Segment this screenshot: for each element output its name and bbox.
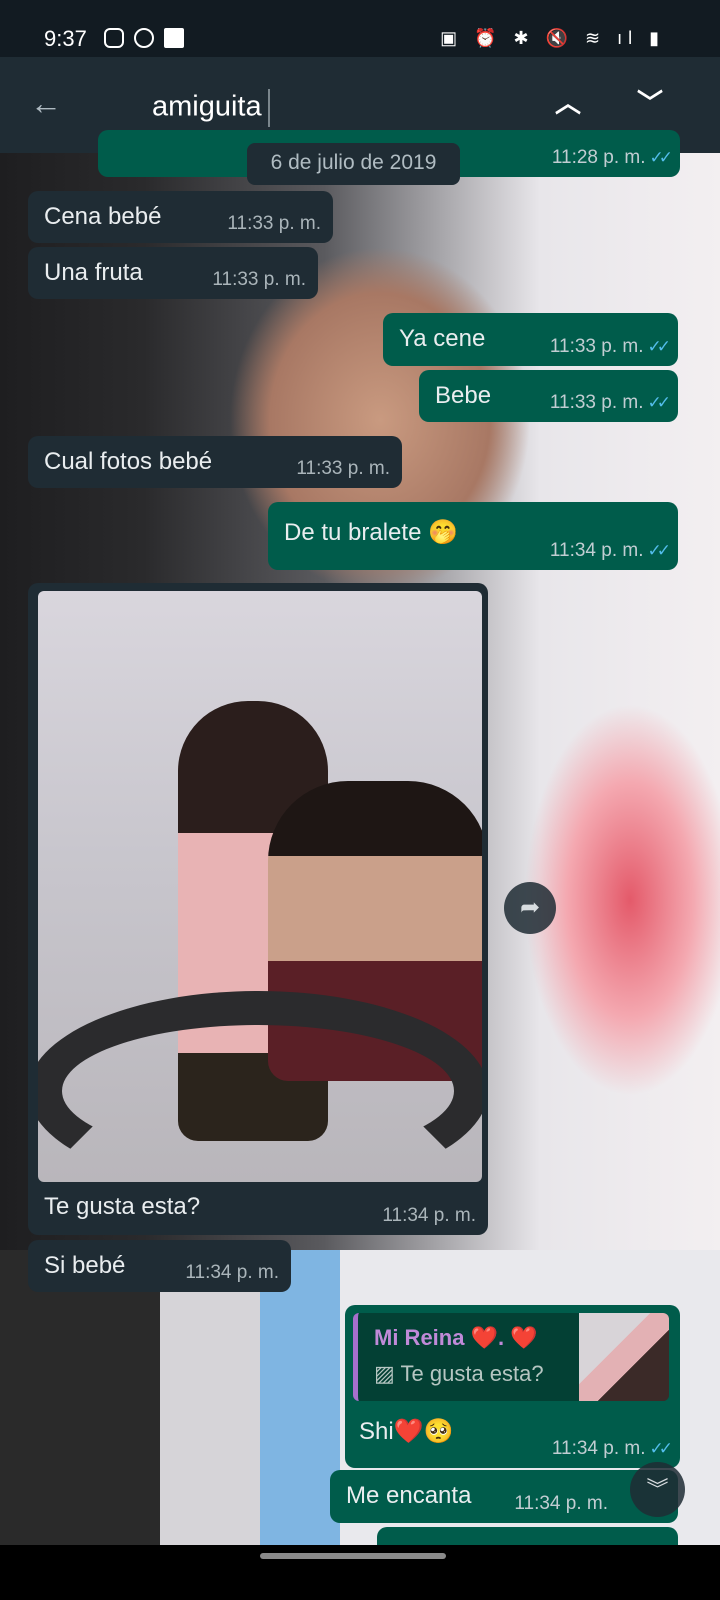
- search-value: amiguita: [152, 90, 262, 123]
- read-ticks-icon: ✓✓: [647, 337, 671, 356]
- message-text: Una fruta: [44, 259, 143, 286]
- double-chevron-down-icon: ︾: [646, 1477, 669, 1502]
- message-text: Si bebé: [44, 1252, 126, 1279]
- message-text: Cual fotos bebé: [44, 448, 213, 475]
- message-text: De tu bralete 🤭: [284, 519, 458, 546]
- message-photo[interactable]: [38, 591, 482, 1182]
- message-time: 11:33 p. m.: [212, 269, 306, 290]
- message-time: 11:33 p. m.: [296, 458, 390, 479]
- message-text: Shi❤️🥺: [359, 1418, 454, 1445]
- message-text: Ya cene: [399, 325, 486, 352]
- quoted-message[interactable]: Mi Reina ❤️. ❤️ ▨ Te gusta esta?: [353, 1313, 669, 1401]
- system-icons: ▣ ⏰ ✱ 🔇 ≋ ıl ▮: [440, 28, 665, 48]
- message-time: 11:33 p. m.: [227, 213, 321, 234]
- message-time: 11:34 p. m.: [185, 1262, 279, 1283]
- search-previous-button[interactable]: ︿: [555, 83, 581, 120]
- status-time: 9:37: [44, 26, 87, 51]
- read-ticks-icon: ✓✓: [649, 1439, 673, 1458]
- read-ticks-icon: ✓✓: [649, 148, 673, 167]
- message-time: 11:34 p. m.: [514, 1493, 608, 1514]
- message-time: 11:34 p. m.: [382, 1205, 476, 1226]
- message-time: 11:33 p. m. ✓✓: [549, 336, 671, 357]
- quoted-thumbnail: [579, 1313, 669, 1401]
- message-text: Bebe: [435, 382, 492, 409]
- search-input[interactable]: amiguita: [138, 77, 528, 135]
- whatsapp-icon: [134, 28, 154, 48]
- read-ticks-icon: ✓✓: [647, 541, 671, 560]
- read-ticks-icon: ✓✓: [647, 393, 671, 412]
- back-arrow-icon[interactable]: ←: [30, 85, 62, 122]
- date-chip: 6 de julio de 2019: [247, 143, 460, 185]
- message-bubble[interactable]: Bebe 11:33 p. m. ✓✓: [419, 370, 678, 422]
- search-next-button[interactable]: ﹀: [637, 83, 663, 120]
- status-bar: 9:37 ▣ ⏰ ✱ 🔇 ≋ ıl ▮: [0, 0, 720, 57]
- message-text: Me encanta: [346, 1482, 472, 1509]
- system-nav-bar: [0, 1545, 720, 1600]
- message-time: 11:33 p. m. ✓✓: [549, 392, 671, 413]
- message-time: 11:28 p. m. ✓✓: [551, 147, 673, 168]
- image-caption: Te gusta esta?: [44, 1193, 201, 1220]
- message-bubble[interactable]: De tu bralete 🤭 11:34 p. m. ✓✓: [268, 502, 678, 570]
- photo-steering-wheel: [38, 991, 482, 1182]
- text-caret: [267, 89, 270, 127]
- message-bubble[interactable]: Cena bebé 11:33 p. m.: [28, 191, 333, 243]
- message-bubble[interactable]: Una fruta 11:33 p. m.: [28, 247, 318, 299]
- reply-message-bubble[interactable]: Mi Reina ❤️. ❤️ ▨ Te gusta esta? Shi❤️🥺 …: [345, 1305, 680, 1468]
- scroll-to-bottom-button[interactable]: ︾: [630, 1462, 685, 1517]
- instagram-icon: [104, 28, 124, 48]
- image-icon: ▨: [374, 1361, 401, 1386]
- message-bubble[interactable]: Me encanta 11:34 p. m.: [330, 1470, 678, 1523]
- message-bubble[interactable]: Si bebé 11:34 p. m.: [28, 1240, 291, 1292]
- gallery-icon: [164, 28, 184, 48]
- quoted-text: ▨ Te gusta esta?: [374, 1361, 544, 1386]
- home-gesture-handle[interactable]: [260, 1553, 446, 1559]
- quoted-sender: Mi Reina ❤️. ❤️: [374, 1325, 538, 1350]
- message-time: 11:34 p. m. ✓✓: [549, 540, 671, 561]
- message-text: Cena bebé: [44, 203, 162, 230]
- forward-button[interactable]: ➦: [504, 882, 556, 934]
- message-bubble[interactable]: Ya cene 11:33 p. m. ✓✓: [383, 313, 678, 366]
- image-message-bubble[interactable]: Te gusta esta? 11:34 p. m.: [28, 583, 488, 1235]
- message-time: 11:34 p. m. ✓✓: [551, 1438, 673, 1459]
- forward-icon: ➦: [519, 894, 541, 921]
- message-bubble[interactable]: Cual fotos bebé 11:33 p. m.: [28, 436, 402, 488]
